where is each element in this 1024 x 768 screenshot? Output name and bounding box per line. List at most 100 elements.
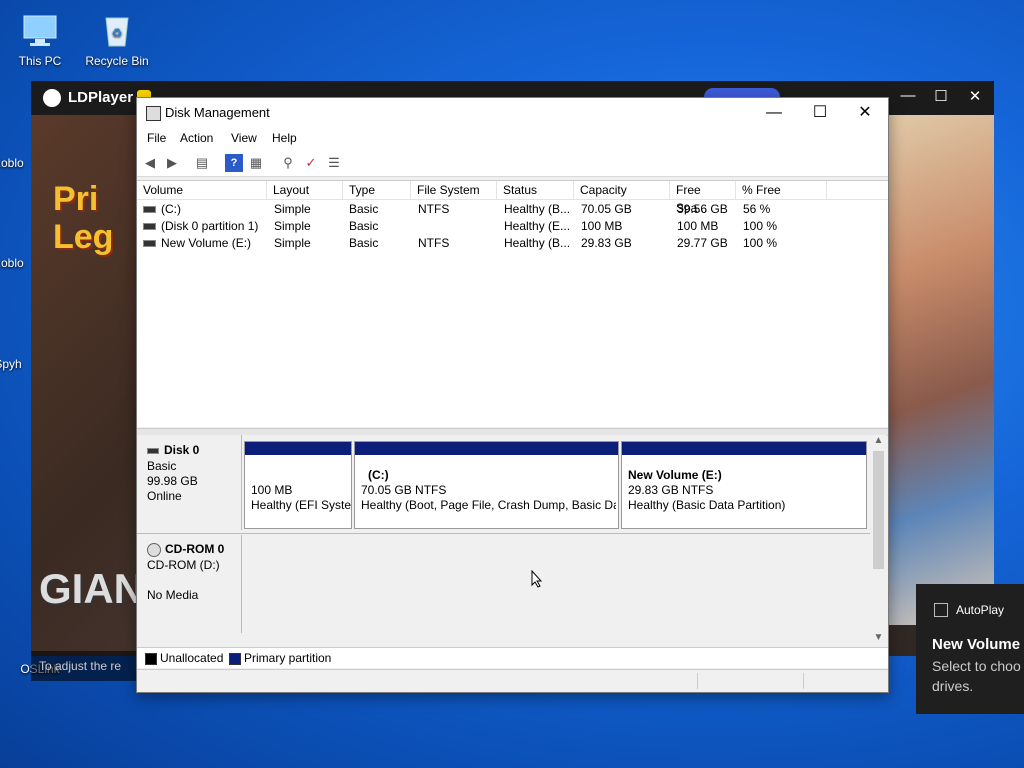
partition-size: 100 MB xyxy=(251,483,293,497)
spyhunter-icon xyxy=(0,313,18,353)
table-row[interactable]: (C:) Simple Basic NTFS Healthy (B... 70.… xyxy=(137,201,888,218)
partition-title: New Volume (E:) xyxy=(628,468,722,482)
mouse-cursor-icon xyxy=(531,570,543,588)
file-system-cell: NTFS xyxy=(418,202,450,216)
disk-state: Online xyxy=(147,489,182,503)
partition-bar xyxy=(622,442,866,455)
ldplayer-close-button[interactable]: ✕ xyxy=(963,87,987,105)
partition-efi[interactable]: 100 MB Healthy (EFI Syste xyxy=(244,441,352,529)
col-layout[interactable]: Layout xyxy=(267,181,343,199)
ldplayer-title: LDPlayer xyxy=(68,89,134,106)
volume-cell: New Volume (E:) xyxy=(143,235,267,252)
col-percent-free[interactable]: % Free xyxy=(736,181,827,199)
legend-label: Primary partition xyxy=(244,651,332,665)
type-cell: Basic xyxy=(349,236,379,250)
capacity-cell: 70.05 GB xyxy=(581,202,632,216)
scrollbar-thumb[interactable] xyxy=(873,451,884,569)
volume-name: New Volume (E:) xyxy=(161,236,252,250)
close-button[interactable]: ✕ xyxy=(842,101,888,125)
scroll-up-icon[interactable]: ▲ xyxy=(870,435,887,446)
disk-pane-scrollbar[interactable]: ▲ ▼ xyxy=(870,435,887,647)
status-cell: Healthy (B... xyxy=(504,236,571,250)
maximize-button[interactable]: ☐ xyxy=(797,101,843,125)
desktop-icon-recycle-bin[interactable]: ♻ Recycle Bin xyxy=(77,10,157,68)
autoplay-notification[interactable]: AutoPlay New Volume ( Select to choo dri… xyxy=(916,584,1024,714)
menu-action[interactable]: Action xyxy=(180,131,213,145)
disk-type: Basic xyxy=(147,459,177,473)
notification-body: Select to choo drives. xyxy=(932,658,1021,694)
forward-arrow-icon[interactable]: ▶ xyxy=(163,154,181,172)
menu-file[interactable]: File xyxy=(147,131,166,145)
volume-list: Volume Layout Type File System Status Ca… xyxy=(137,180,888,427)
show-hide-icon[interactable]: ▦ xyxy=(247,154,265,172)
desktop-icon-label: This PC xyxy=(18,54,62,68)
status-bar xyxy=(137,669,888,692)
status-cell: Healthy (B... xyxy=(504,202,571,216)
notification-app-name: AutoPlay xyxy=(956,603,1005,617)
partition-c[interactable]: (C:) 70.05 GB NTFS Healthy (Boot, Page F… xyxy=(354,441,619,529)
disk-management-window: Disk Management — ☐ ✕ File Action View H… xyxy=(136,97,889,693)
col-free-space[interactable]: Free Spa... xyxy=(670,181,736,215)
check-icon[interactable]: ✓ xyxy=(302,154,320,172)
col-status[interactable]: Status xyxy=(497,181,574,199)
table-row[interactable]: New Volume (E:) Simple Basic NTFS Health… xyxy=(137,235,888,252)
connect-icon[interactable]: ⚲ xyxy=(279,154,297,172)
cdrom-area[interactable] xyxy=(244,535,870,631)
col-file-system[interactable]: File System xyxy=(411,181,497,199)
volume-cell: (C:) xyxy=(143,201,265,218)
status-cell: Healthy (E... xyxy=(504,219,571,233)
recycle-bin-icon: ♻ xyxy=(97,10,137,50)
ldplayer-minimize-button[interactable]: — xyxy=(896,87,920,104)
capacity-cell: 100 MB xyxy=(581,219,623,233)
status-divider xyxy=(697,673,698,689)
legend-bar: Unallocated Primary partition xyxy=(137,647,888,668)
list-icon[interactable]: ☰ xyxy=(325,154,343,172)
window-titlebar: Disk Management — ☐ ✕ xyxy=(137,98,888,128)
disk-0-label[interactable]: Disk 0 Basic 99.98 GB Online xyxy=(137,435,242,530)
col-capacity[interactable]: Capacity xyxy=(574,181,670,199)
roblox-icon xyxy=(0,212,18,252)
minimize-button[interactable]: — xyxy=(751,101,797,125)
roblox-icon xyxy=(0,112,18,152)
col-type[interactable]: Type xyxy=(343,181,411,199)
svg-text:♻: ♻ xyxy=(112,26,123,40)
layout-cell: Simple xyxy=(274,202,311,216)
partition-status: Healthy (Basic Data Partition) xyxy=(628,498,786,512)
cdrom-0-label[interactable]: CD-ROM 0 CD-ROM (D:) No Media xyxy=(137,535,242,633)
free-space-cell: 39.56 GB xyxy=(677,202,728,216)
col-volume[interactable]: Volume xyxy=(137,181,267,199)
disk-name-text: CD-ROM 0 xyxy=(165,542,225,556)
table-row[interactable]: (Disk 0 partition 1) Simple Basic Health… xyxy=(137,218,888,235)
partition-size: 29.83 GB NTFS xyxy=(628,483,714,497)
partition-title: (C:) xyxy=(368,468,389,482)
legend-swatch-primary xyxy=(229,653,241,665)
type-cell: Basic xyxy=(349,202,379,216)
properties-icon[interactable]: ▤ xyxy=(193,154,211,172)
free-space-cell: 100 MB xyxy=(677,219,719,233)
partition-status: Healthy (EFI Syste xyxy=(251,498,351,512)
computer-icon xyxy=(20,10,60,50)
menu-view[interactable]: View xyxy=(231,131,257,145)
window-title: Disk Management xyxy=(165,105,270,120)
disk-name-text: Disk 0 xyxy=(164,443,200,457)
partition-e[interactable]: New Volume (E:) 29.83 GB NTFS Healthy (B… xyxy=(621,441,867,529)
menu-help[interactable]: Help xyxy=(272,131,297,145)
disk-icon xyxy=(147,447,159,454)
scroll-down-icon[interactable]: ▼ xyxy=(870,632,887,643)
ldplayer-maximize-button[interactable]: ☐ xyxy=(929,87,953,105)
type-cell: Basic xyxy=(349,219,379,233)
game-artwork xyxy=(886,115,994,625)
drive-icon xyxy=(143,206,156,214)
volume-name: (Disk 0 partition 1) xyxy=(161,219,259,233)
disk-separator xyxy=(137,533,870,534)
help-icon[interactable]: ? xyxy=(225,154,243,172)
capacity-cell: 29.83 GB xyxy=(581,236,632,250)
desktop-icon-this-pc[interactable]: This PC xyxy=(0,10,80,68)
drive-icon xyxy=(143,240,156,248)
partition-status: Healthy (Boot, Page File, Crash Dump, Ba… xyxy=(361,498,616,512)
back-arrow-icon[interactable]: ◀ xyxy=(141,154,159,172)
volume-name: (C:) xyxy=(161,202,181,216)
file-system-cell: NTFS xyxy=(418,236,450,250)
drive-icon xyxy=(143,223,156,231)
toolbar: ◀ ▶ ▤ ? ▦ ⚲ ✓ ☰ xyxy=(137,150,888,177)
